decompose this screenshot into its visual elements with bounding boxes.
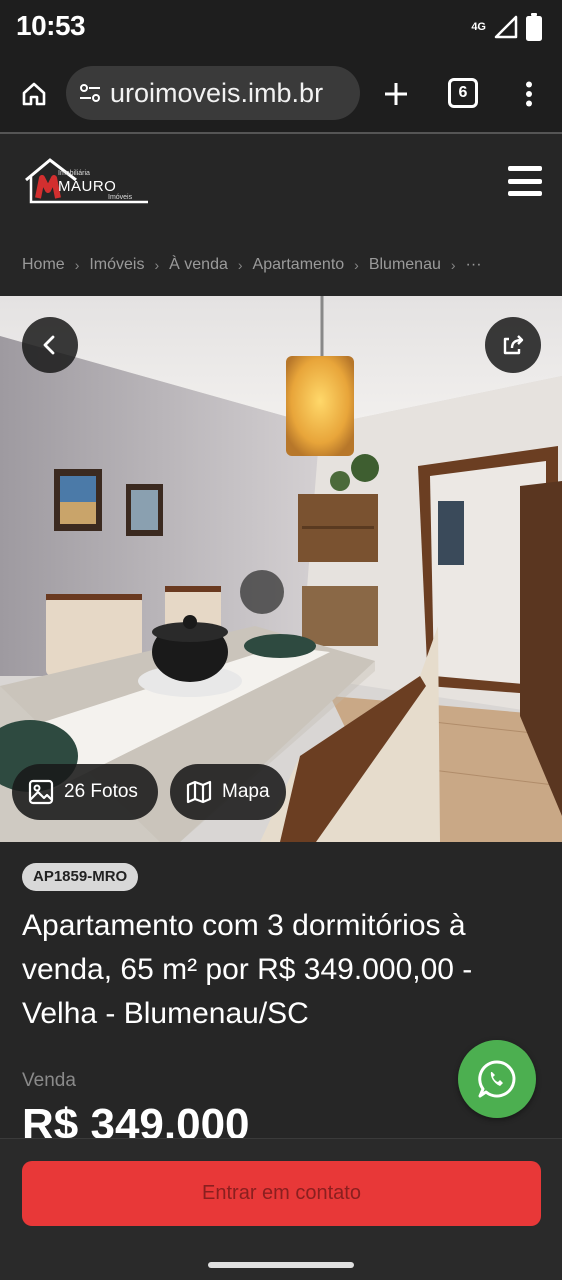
contact-button[interactable]: Entrar em contato [22, 1161, 541, 1226]
breadcrumb-a-venda[interactable]: À venda [169, 256, 228, 274]
listing-title: Apartamento com 3 dormitórios à venda, 6… [22, 909, 473, 1030]
status-icons: 4G [471, 12, 542, 42]
photos-label: 26 Fotos [64, 781, 138, 802]
back-arrow-icon [43, 335, 55, 355]
chevron-right-icon: › [74, 257, 80, 273]
price-label: Venda [22, 1070, 76, 1091]
property-photo[interactable]: 26 Fotos Mapa [0, 296, 562, 842]
signal-icon [494, 15, 518, 39]
map-icon [186, 780, 212, 804]
breadcrumb: Home › Imóveis › À venda › Apartamento ›… [22, 252, 482, 278]
whatsapp-icon [478, 1060, 516, 1098]
dining-room-photo [0, 296, 562, 842]
image-icon [28, 779, 54, 805]
site-header: Imobiliária MAURO Imóveis [0, 134, 562, 226]
listing-code-badge: AP1859-MRO [22, 863, 139, 891]
tabs-icon[interactable]: 6 [448, 78, 478, 108]
network-type: 4G [471, 20, 486, 33]
logo-small-text: Imobiliária [58, 170, 90, 177]
photos-button[interactable]: 26 Fotos [12, 764, 158, 820]
site-logo[interactable]: Imobiliária MAURO Imóveis [22, 156, 152, 206]
chevron-right-icon: › [450, 257, 456, 273]
chevron-right-icon: › [354, 257, 359, 273]
home-indicator[interactable] [208, 1262, 354, 1268]
map-label: Mapa [222, 781, 270, 802]
map-button[interactable]: Mapa [170, 764, 286, 820]
screen: 10:53 4G uroimoveis.imb.br 6 Imobiliária… [0, 0, 562, 1280]
url-text: uroimoveis.imb.br [110, 77, 324, 108]
chevron-right-icon: › [237, 257, 243, 273]
logo-name: MAURO [58, 178, 117, 195]
whatsapp-button[interactable] [458, 1040, 536, 1118]
status-time: 10:53 [16, 10, 86, 41]
home-icon [22, 82, 46, 106]
breadcrumb-home[interactable]: Home [22, 256, 65, 274]
battery-icon [526, 13, 542, 41]
breadcrumb-blumenau[interactable]: Blumenau [369, 256, 441, 274]
browser-toolbar: uroimoveis.imb.br 6 [0, 54, 562, 132]
price-value: R$ 349.000 [22, 1100, 250, 1138]
plus-icon [385, 83, 407, 105]
site-settings-icon[interactable] [78, 81, 102, 105]
breadcrumb-imoveis[interactable]: Imóveis [89, 256, 144, 274]
chevron-right-icon: › [154, 257, 160, 273]
breadcrumb-more[interactable]: ··· [466, 256, 482, 274]
back-button[interactable] [22, 317, 78, 373]
share-icon [503, 335, 524, 355]
hamburger-icon[interactable] [508, 166, 542, 196]
new-tab-button[interactable] [378, 76, 414, 112]
logo-sub-text: Imóveis [108, 194, 133, 201]
breadcrumb-apartamento[interactable]: Apartamento [253, 256, 345, 274]
status-bar: 10:53 4G [0, 0, 562, 54]
tab-count: 6 [458, 84, 468, 101]
address-bar[interactable]: uroimoveis.imb.br [66, 66, 360, 120]
browser-home-button[interactable] [16, 76, 52, 112]
share-button[interactable] [485, 317, 541, 373]
more-vert-icon[interactable] [514, 76, 544, 112]
